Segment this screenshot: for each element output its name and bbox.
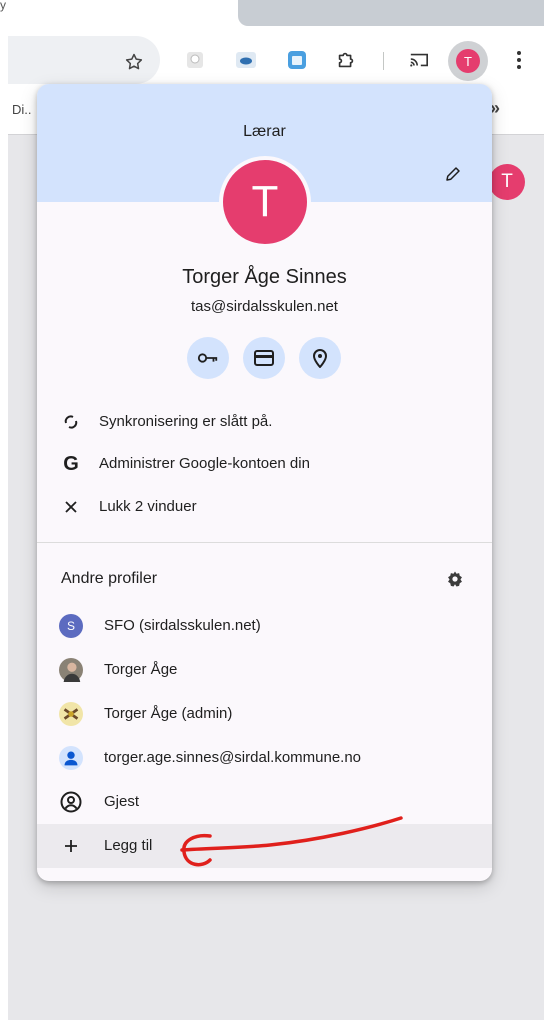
profile-photo-avatar [59,658,83,682]
addresses-button[interactable] [299,337,341,379]
profile-avatar-button[interactable]: T [448,41,488,81]
user-name: Torger Åge Sinnes [182,266,347,288]
profile-label: torger.age.sinnes@sirdal.kommune.no [104,749,362,766]
tab-strip-area[interactable] [238,0,544,26]
sync-status-item[interactable]: Synkronisering er slått på. [37,400,492,444]
close-windows-label: Lukk 2 vinduer [99,498,197,515]
other-profiles-title: Andre profiler [61,570,158,587]
profile-initial: S [59,614,83,638]
manage-account-label: Administrer Google-kontoen din [99,455,310,472]
page-avatar[interactable]: T [489,164,525,200]
extensions-puzzle-icon[interactable] [332,46,360,74]
profile-item-guest[interactable]: Gjest [37,780,492,824]
profile-label: SFO (sirdalsskulen.net) [104,617,261,634]
key-icon [197,353,218,363]
profile-label: Lærar [243,123,286,140]
extension-lightbulb-icon[interactable] [181,46,209,74]
address-bar[interactable] [8,36,160,84]
bookmark-star-icon[interactable] [120,48,148,76]
profile-avatar-large: T [219,156,311,248]
profile-menu: Lærar T Torger Åge Sinnes tas@sirdalssku… [37,84,492,881]
bookmark-item[interactable]: Di.. [12,102,32,117]
close-windows-item[interactable]: Lukk 2 vinduer [37,485,492,529]
tab-edge[interactable]: y [0,0,20,12]
cast-icon[interactable] [405,46,433,74]
profile-item-sirdal-kommune[interactable]: torger.age.sinnes@sirdal.kommune.no [37,736,492,780]
profile-photo-avatar [59,702,83,726]
close-icon [59,495,83,519]
tab-strip: y [0,0,544,34]
profile-item-torger-age-admin[interactable]: Torger Åge (admin) [37,692,492,736]
menu-divider [37,542,492,543]
extension-cloud-icon[interactable] [232,46,260,74]
profile-item-sfo[interactable]: S SFO (sirdalsskulen.net) [37,604,492,648]
profile-label: Torger Åge (admin) [104,705,233,722]
add-profile-item[interactable]: Legg til [37,824,492,868]
sync-status-label: Synkronisering er slått på. [99,413,273,430]
profile-avatar: T [456,49,480,73]
passwords-button[interactable] [187,337,229,379]
edit-pencil-icon[interactable] [439,160,467,188]
profile-label: Torger Åge [104,661,178,678]
toolbar: T [0,34,544,88]
profile-item-torger-age[interactable]: Torger Åge [37,648,492,692]
manage-profiles-gear-icon[interactable] [442,566,468,592]
guest-icon [59,790,83,814]
sync-icon [59,410,83,434]
toolbar-separator [383,52,384,70]
add-profile-label: Legg til [104,837,153,854]
location-pin-icon [312,349,328,368]
plus-icon [59,834,83,858]
extension-calendar-icon[interactable] [283,46,311,74]
person-icon [59,746,83,770]
manage-google-account-item[interactable]: G Administrer Google-kontoen din [37,442,492,486]
more-menu-icon[interactable] [505,46,533,74]
google-g-icon: G [63,452,79,475]
credit-card-icon [254,350,274,366]
profile-label: Gjest [104,793,140,810]
profile-avatar-sfo: S [59,614,83,638]
user-email: tas@sirdalsskulen.net [191,298,338,315]
payment-methods-button[interactable] [243,337,285,379]
